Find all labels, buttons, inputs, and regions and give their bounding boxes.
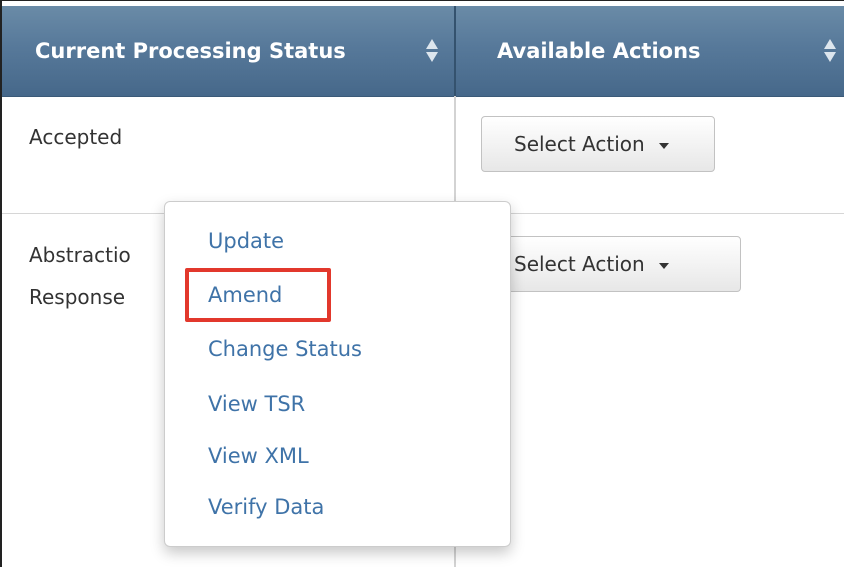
caret-down-icon — [658, 142, 669, 149]
menu-item-update[interactable]: Update — [208, 226, 284, 256]
menu-item-change-status[interactable]: Change Status — [208, 334, 362, 364]
select-action-label: Select Action — [514, 252, 645, 276]
column-header-current-processing-status[interactable]: Current Processing Status — [35, 6, 346, 96]
caret-down-icon — [658, 262, 669, 269]
select-action-button[interactable]: Select Action — [481, 116, 715, 172]
status-cell-line: Response — [29, 285, 126, 309]
header-column-divider — [454, 6, 456, 96]
menu-item-view-tsr[interactable]: View TSR — [208, 389, 305, 419]
select-action-label: Select Action — [514, 132, 645, 156]
table-header: Current Processing Status Available Acti… — [2, 6, 844, 97]
amend-highlight-box — [185, 268, 331, 322]
status-cell-line: Abstractio — [29, 243, 131, 267]
sort-icon[interactable] — [824, 39, 836, 63]
action-dropdown-menu: Update Amend Change Status View TSR View… — [164, 201, 511, 547]
menu-item-verify-data[interactable]: Verify Data — [208, 492, 324, 522]
select-action-button[interactable]: Select Action — [481, 236, 741, 292]
menu-item-view-xml[interactable]: View XML — [208, 441, 309, 471]
sort-icon[interactable] — [426, 39, 438, 63]
column-header-available-actions[interactable]: Available Actions — [497, 6, 701, 96]
status-cell-accepted: Accepted — [29, 125, 123, 149]
